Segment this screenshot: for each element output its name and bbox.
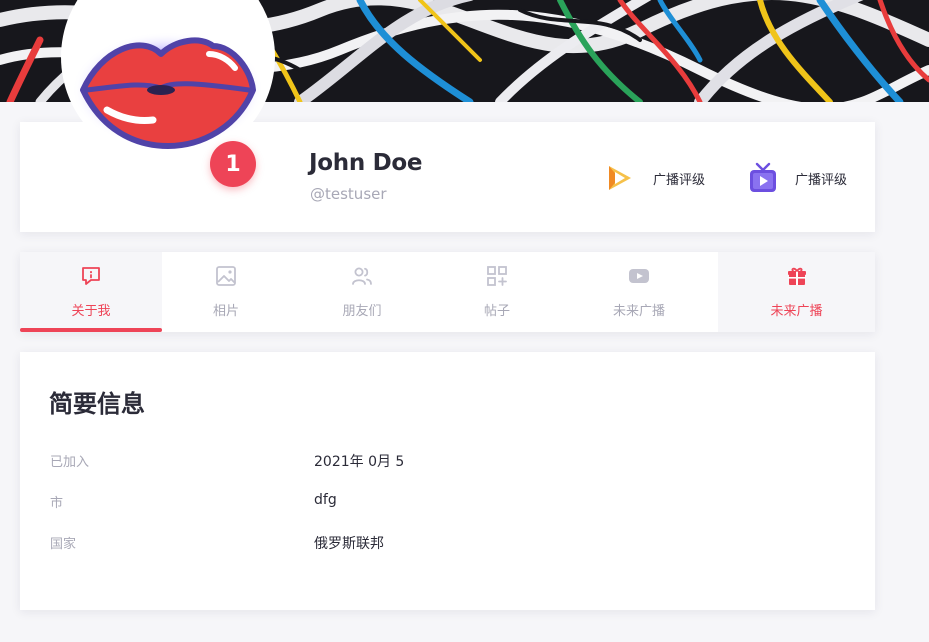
- tab-label: 帖子: [483, 304, 510, 319]
- brief-info-card: 简要信息 已加入 2021年 0月 5 市 dfg 国家 俄罗斯联邦: [20, 352, 875, 610]
- tab-label: 未来广播: [612, 304, 665, 319]
- tab-label: 未来广播: [770, 304, 823, 319]
- profile-tabs: 关于我 相片 朋友们 帖子 未来广播 未来广播: [20, 252, 875, 332]
- tab-photos[interactable]: 相片: [162, 252, 290, 332]
- tab-future-broadcasts[interactable]: 未来广播: [560, 252, 718, 332]
- tab-about[interactable]: 关于我: [20, 252, 162, 332]
- info-key: 国家: [50, 537, 77, 552]
- youtube-icon: [628, 265, 650, 287]
- gift-icon: [786, 265, 808, 287]
- rating-label: 广播评级: [653, 172, 706, 188]
- rating-item[interactable]: 广播评级: [747, 160, 847, 196]
- info-key: 已加入: [50, 455, 90, 470]
- info-message-icon: [80, 265, 102, 287]
- tv-play-icon: [747, 162, 779, 194]
- tab-future-broadcasts-gift[interactable]: 未来广播: [718, 252, 875, 332]
- info-value: 俄罗斯联邦: [314, 536, 384, 552]
- level-badge: 1: [210, 141, 256, 187]
- tab-label: 相片: [212, 304, 239, 319]
- info-row-country: 国家 俄罗斯联邦: [20, 533, 875, 553]
- info-row-joined: 已加入 2021年 0月 5: [20, 451, 875, 471]
- image-icon: [215, 265, 237, 287]
- tab-label: 关于我: [71, 304, 111, 319]
- info-key: 市: [50, 496, 64, 511]
- tab-label: 朋友们: [342, 304, 382, 319]
- play-flame-icon: [605, 162, 637, 194]
- users-icon: [351, 265, 373, 287]
- info-value: dfg: [314, 492, 337, 508]
- tab-friends[interactable]: 朋友们: [290, 252, 434, 332]
- user-name: John Doe: [309, 150, 423, 176]
- section-title: 简要信息: [49, 390, 145, 418]
- rating-item[interactable]: 广播评级: [605, 160, 705, 196]
- rating-label: 广播评级: [795, 172, 848, 188]
- grid-plus-icon: [486, 265, 508, 287]
- info-value: 2021年 0月 5: [314, 454, 405, 470]
- user-handle: @testuser: [310, 185, 387, 203]
- tab-posts[interactable]: 帖子: [434, 252, 560, 332]
- info-row-city: 市 dfg: [20, 492, 875, 512]
